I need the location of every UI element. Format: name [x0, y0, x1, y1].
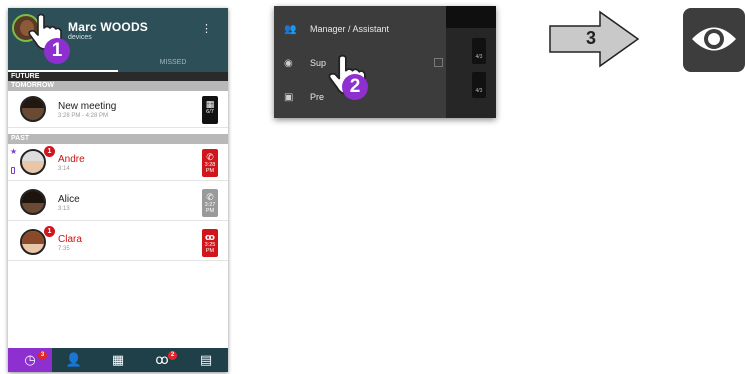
menu-item-label: Sup	[310, 58, 327, 68]
tab-missed[interactable]: MISSED	[118, 58, 228, 72]
call-row-alice[interactable]: Alice 3:13 ✆ 3:27 PM	[8, 185, 228, 221]
call-time: 3:27 PM	[204, 202, 216, 214]
nav-voicemail[interactable]: ꝏ	[140, 348, 184, 372]
call-duration: 3:13	[58, 206, 70, 212]
call-back-button[interactable]: ✆ 3:27 PM	[202, 189, 218, 217]
supervision-tile	[683, 8, 745, 72]
contact-name: Clara	[58, 234, 82, 245]
step-1-badge: 1	[44, 38, 70, 64]
nav-dialpad[interactable]: ▦	[96, 348, 140, 372]
outgoing-call-icon: ✆	[206, 192, 214, 202]
call-row-clara[interactable]: 1 Clara 7:35 ꝏ 3:25 PM	[8, 225, 228, 261]
missed-call-icon: ✆	[206, 152, 214, 162]
meeting-row[interactable]: New meeting 3:28 PM - 4:28 PM ▦ 6/7	[8, 92, 228, 128]
nav-contacts[interactable]: 👤	[52, 348, 96, 372]
calendar-badge-label: 6/7	[206, 109, 214, 115]
user-name: Marc WOODS	[68, 20, 149, 34]
dialpad-icon: ▦	[111, 352, 125, 367]
missed-count-badge: 1	[44, 146, 55, 157]
bottom-nav: ◷ 3 👤 ▦ ꝏ 2 ▤	[8, 348, 228, 372]
favorite-star-icon: ★	[10, 147, 18, 156]
step-2-badge: 2	[342, 74, 368, 100]
side-chip: 4/3	[472, 72, 486, 98]
mobile-device-icon	[11, 167, 15, 174]
menu-side-strip: 4/3 4/3	[446, 6, 496, 118]
phone-screen: Marc WOODS devices ⋮ MISSED FUTURE TOMOR…	[8, 8, 228, 372]
voicemail-badge: 2	[168, 351, 177, 360]
side-chip: 4/3	[472, 38, 486, 64]
presence-icon: ▣	[284, 92, 294, 103]
person-icon: 👤	[65, 352, 83, 367]
voicemail-icon: ꝏ	[205, 232, 215, 242]
nav-calendar[interactable]: ▤	[184, 348, 228, 372]
calendar-icon: ▦	[205, 99, 215, 109]
contact-name: Alice	[58, 194, 80, 205]
eye-icon: ◉	[284, 58, 293, 69]
avatar	[20, 96, 46, 122]
section-future: FUTURE	[8, 72, 228, 81]
history-tabs: MISSED	[8, 58, 228, 72]
call-time: 3:28 PM	[204, 162, 216, 174]
calendar-badge[interactable]: ▦ 6/7	[202, 96, 218, 124]
history-badge: 3	[38, 351, 47, 360]
context-menu: 👥 Manager / Assistant ◉ Sup ▣ Pre 4/3 4/…	[274, 6, 496, 118]
voicemail-button[interactable]: ꝏ 3:25 PM	[202, 229, 218, 257]
supervision-checkbox[interactable]	[434, 58, 443, 67]
manager-assistant-icon: 👥	[284, 24, 297, 35]
eye-icon	[692, 27, 736, 51]
call-duration: 7:35	[58, 246, 70, 252]
missed-count-badge: 1	[44, 226, 55, 237]
menu-item-label: Pre	[310, 92, 325, 102]
call-time: 3:25 PM	[204, 242, 216, 254]
more-options-icon[interactable]: ⋮	[201, 24, 212, 35]
meeting-title: New meeting	[58, 101, 117, 112]
menu-side-top	[446, 6, 496, 28]
history-clock-icon: ◷	[24, 352, 36, 367]
calendar-icon: ▤	[199, 352, 213, 367]
section-past: PAST	[8, 134, 228, 144]
menu-item-label: Manager / Assistant	[310, 24, 390, 34]
avatar	[20, 229, 46, 255]
call-duration: 3:14	[58, 166, 70, 172]
step-3-label: 3	[586, 28, 597, 48]
meeting-time: 3:28 PM - 4:28 PM	[58, 113, 109, 119]
section-tomorrow: TOMORROW	[8, 81, 228, 91]
avatar	[20, 149, 46, 175]
call-row-andre[interactable]: ★ 1 Andre 3:14 ✆ 3:28 PM	[8, 145, 228, 181]
user-subtitle: devices	[68, 34, 92, 41]
avatar	[20, 189, 46, 215]
contact-name: Andre	[58, 154, 85, 165]
call-back-button[interactable]: ✆ 3:28 PM	[202, 149, 218, 177]
voicemail-icon: ꝏ	[155, 352, 169, 367]
